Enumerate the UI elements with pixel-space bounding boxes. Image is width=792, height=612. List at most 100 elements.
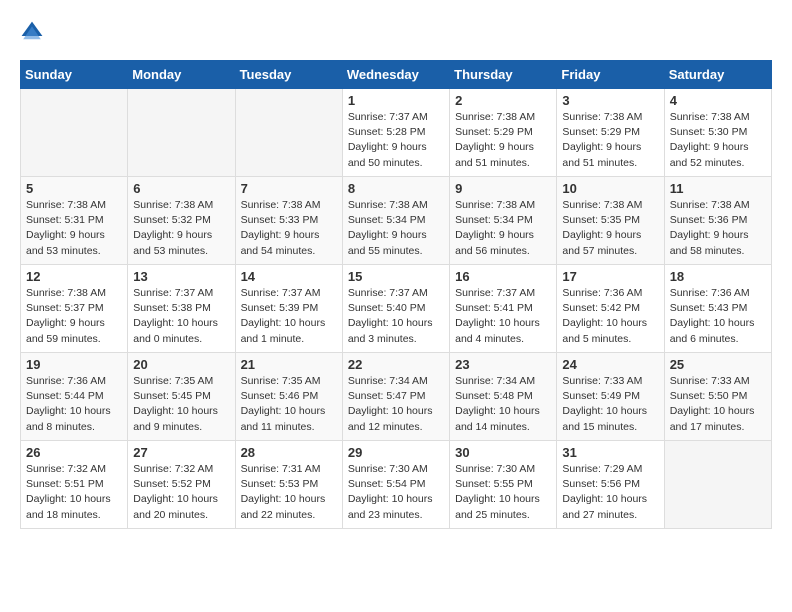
day-number: 7 <box>241 181 337 196</box>
calendar-cell: 13 Sunrise: 7:37 AM Sunset: 5:38 PM Dayli… <box>128 265 235 353</box>
calendar-cell: 3Sunrise: 7:38 AM Sunset: 5:29 PM Daylig… <box>557 89 664 177</box>
day-number: 23 <box>455 357 551 372</box>
day-number: 1 <box>348 93 444 108</box>
day-info: Sunrise: 7:38 AM Sunset: 5:29 PM Dayligh… <box>455 110 551 171</box>
day-number: 14 <box>241 269 337 284</box>
day-number: 19 <box>26 357 122 372</box>
day-info: Sunrise: 7:32 AM Sunset: 5:52 PM Dayligh… <box>133 462 229 523</box>
day-number: 13 <box>133 269 229 284</box>
calendar-cell: 24Sunrise: 7:33 AM Sunset: 5:49 PM Dayli… <box>557 353 664 441</box>
calendar-cell: 10 Sunrise: 7:38 AM Sunset: 5:35 PM Dayli… <box>557 177 664 265</box>
day-number: 2 <box>455 93 551 108</box>
day-number: 9 <box>455 181 551 196</box>
page-header <box>20 20 772 44</box>
day-number: 28 <box>241 445 337 460</box>
day-number: 17 <box>562 269 658 284</box>
day-number: 21 <box>241 357 337 372</box>
calendar-cell: 31Sunrise: 7:29 AM Sunset: 5:56 PM Dayli… <box>557 441 664 529</box>
day-number: 15 <box>348 269 444 284</box>
day-number: 12 <box>26 269 122 284</box>
day-info: Sunrise: 7:37 AM Sunset: 5:40 PM Dayligh… <box>348 286 444 347</box>
calendar-table: SundayMondayTuesdayWednesdayThursdayFrid… <box>20 60 772 529</box>
calendar-week-row: 19Sunrise: 7:36 AM Sunset: 5:44 PM Dayli… <box>21 353 772 441</box>
day-info: Sunrise: 7:37 AM Sunset: 5:39 PM Dayligh… <box>241 286 337 347</box>
calendar-cell: 25 Sunrise: 7:33 AM Sunset: 5:50 PM Dayli… <box>664 353 771 441</box>
day-number: 20 <box>133 357 229 372</box>
calendar-cell: 12 Sunrise: 7:38 AM Sunset: 5:37 PM Dayli… <box>21 265 128 353</box>
day-number: 29 <box>348 445 444 460</box>
day-info: Sunrise: 7:33 AM Sunset: 5:50 PM Dayligh… <box>670 374 766 435</box>
calendar-cell: 11 Sunrise: 7:38 AM Sunset: 5:36 PM Dayli… <box>664 177 771 265</box>
calendar-cell: 30 Sunrise: 7:30 AM Sunset: 5:55 PM Dayli… <box>450 441 557 529</box>
calendar-cell: 5 Sunrise: 7:38 AM Sunset: 5:31 PM Daylig… <box>21 177 128 265</box>
calendar-cell: 18Sunrise: 7:36 AM Sunset: 5:43 PM Dayli… <box>664 265 771 353</box>
day-number: 6 <box>133 181 229 196</box>
day-info: Sunrise: 7:33 AM Sunset: 5:49 PM Dayligh… <box>562 374 658 435</box>
day-of-week-header: Sunday <box>21 61 128 89</box>
calendar-cell: 6 Sunrise: 7:38 AM Sunset: 5:32 PM Daylig… <box>128 177 235 265</box>
calendar-cell: 28 Sunrise: 7:31 AM Sunset: 5:53 PM Dayli… <box>235 441 342 529</box>
calendar-cell <box>128 89 235 177</box>
calendar-week-row: 12 Sunrise: 7:38 AM Sunset: 5:37 PM Dayli… <box>21 265 772 353</box>
day-info: Sunrise: 7:30 AM Sunset: 5:55 PM Dayligh… <box>455 462 551 523</box>
calendar-cell: 7 Sunrise: 7:38 AM Sunset: 5:33 PM Daylig… <box>235 177 342 265</box>
day-number: 4 <box>670 93 766 108</box>
day-info: Sunrise: 7:35 AM Sunset: 5:46 PM Dayligh… <box>241 374 337 435</box>
day-of-week-header: Saturday <box>664 61 771 89</box>
calendar-cell: 20 Sunrise: 7:35 AM Sunset: 5:45 PM Dayli… <box>128 353 235 441</box>
day-info: Sunrise: 7:38 AM Sunset: 5:35 PM Dayligh… <box>562 198 658 259</box>
day-info: Sunrise: 7:38 AM Sunset: 5:32 PM Dayligh… <box>133 198 229 259</box>
day-info: Sunrise: 7:38 AM Sunset: 5:33 PM Dayligh… <box>241 198 337 259</box>
day-number: 30 <box>455 445 551 460</box>
day-info: Sunrise: 7:38 AM Sunset: 5:29 PM Dayligh… <box>562 110 658 171</box>
day-info: Sunrise: 7:38 AM Sunset: 5:30 PM Dayligh… <box>670 110 766 171</box>
calendar-cell: 4 Sunrise: 7:38 AM Sunset: 5:30 PM Daylig… <box>664 89 771 177</box>
day-of-week-header: Thursday <box>450 61 557 89</box>
day-info: Sunrise: 7:37 AM Sunset: 5:38 PM Dayligh… <box>133 286 229 347</box>
calendar-cell: 1 Sunrise: 7:37 AM Sunset: 5:28 PM Daylig… <box>342 89 449 177</box>
day-info: Sunrise: 7:35 AM Sunset: 5:45 PM Dayligh… <box>133 374 229 435</box>
calendar-cell: 23 Sunrise: 7:34 AM Sunset: 5:48 PM Dayli… <box>450 353 557 441</box>
day-info: Sunrise: 7:31 AM Sunset: 5:53 PM Dayligh… <box>241 462 337 523</box>
day-of-week-header: Monday <box>128 61 235 89</box>
day-info: Sunrise: 7:34 AM Sunset: 5:48 PM Dayligh… <box>455 374 551 435</box>
day-info: Sunrise: 7:38 AM Sunset: 5:34 PM Dayligh… <box>348 198 444 259</box>
calendar-cell: 19Sunrise: 7:36 AM Sunset: 5:44 PM Dayli… <box>21 353 128 441</box>
calendar-cell: 15 Sunrise: 7:37 AM Sunset: 5:40 PM Dayli… <box>342 265 449 353</box>
calendar-cell: 22 Sunrise: 7:34 AM Sunset: 5:47 PM Dayli… <box>342 353 449 441</box>
day-info: Sunrise: 7:34 AM Sunset: 5:47 PM Dayligh… <box>348 374 444 435</box>
calendar-cell: 14 Sunrise: 7:37 AM Sunset: 5:39 PM Dayli… <box>235 265 342 353</box>
day-number: 18 <box>670 269 766 284</box>
day-info: Sunrise: 7:36 AM Sunset: 5:42 PM Dayligh… <box>562 286 658 347</box>
calendar-cell: 21 Sunrise: 7:35 AM Sunset: 5:46 PM Dayli… <box>235 353 342 441</box>
day-info: Sunrise: 7:37 AM Sunset: 5:41 PM Dayligh… <box>455 286 551 347</box>
day-number: 5 <box>26 181 122 196</box>
day-number: 10 <box>562 181 658 196</box>
day-number: 31 <box>562 445 658 460</box>
calendar-header-row: SundayMondayTuesdayWednesdayThursdayFrid… <box>21 61 772 89</box>
calendar-week-row: 1 Sunrise: 7:37 AM Sunset: 5:28 PM Daylig… <box>21 89 772 177</box>
day-number: 25 <box>670 357 766 372</box>
day-info: Sunrise: 7:38 AM Sunset: 5:37 PM Dayligh… <box>26 286 122 347</box>
calendar-week-row: 26Sunrise: 7:32 AM Sunset: 5:51 PM Dayli… <box>21 441 772 529</box>
logo <box>20 20 48 44</box>
calendar-cell <box>235 89 342 177</box>
day-info: Sunrise: 7:38 AM Sunset: 5:36 PM Dayligh… <box>670 198 766 259</box>
day-number: 26 <box>26 445 122 460</box>
calendar-cell: 9 Sunrise: 7:38 AM Sunset: 5:34 PM Daylig… <box>450 177 557 265</box>
day-info: Sunrise: 7:38 AM Sunset: 5:31 PM Dayligh… <box>26 198 122 259</box>
calendar-cell: 8Sunrise: 7:38 AM Sunset: 5:34 PM Daylig… <box>342 177 449 265</box>
day-of-week-header: Wednesday <box>342 61 449 89</box>
day-of-week-header: Friday <box>557 61 664 89</box>
calendar-cell <box>664 441 771 529</box>
logo-icon <box>20 20 44 44</box>
day-info: Sunrise: 7:30 AM Sunset: 5:54 PM Dayligh… <box>348 462 444 523</box>
calendar-cell: 29 Sunrise: 7:30 AM Sunset: 5:54 PM Dayli… <box>342 441 449 529</box>
day-info: Sunrise: 7:37 AM Sunset: 5:28 PM Dayligh… <box>348 110 444 171</box>
day-number: 22 <box>348 357 444 372</box>
calendar-cell: 17 Sunrise: 7:36 AM Sunset: 5:42 PM Dayli… <box>557 265 664 353</box>
day-info: Sunrise: 7:38 AM Sunset: 5:34 PM Dayligh… <box>455 198 551 259</box>
day-number: 16 <box>455 269 551 284</box>
day-of-week-header: Tuesday <box>235 61 342 89</box>
day-number: 11 <box>670 181 766 196</box>
